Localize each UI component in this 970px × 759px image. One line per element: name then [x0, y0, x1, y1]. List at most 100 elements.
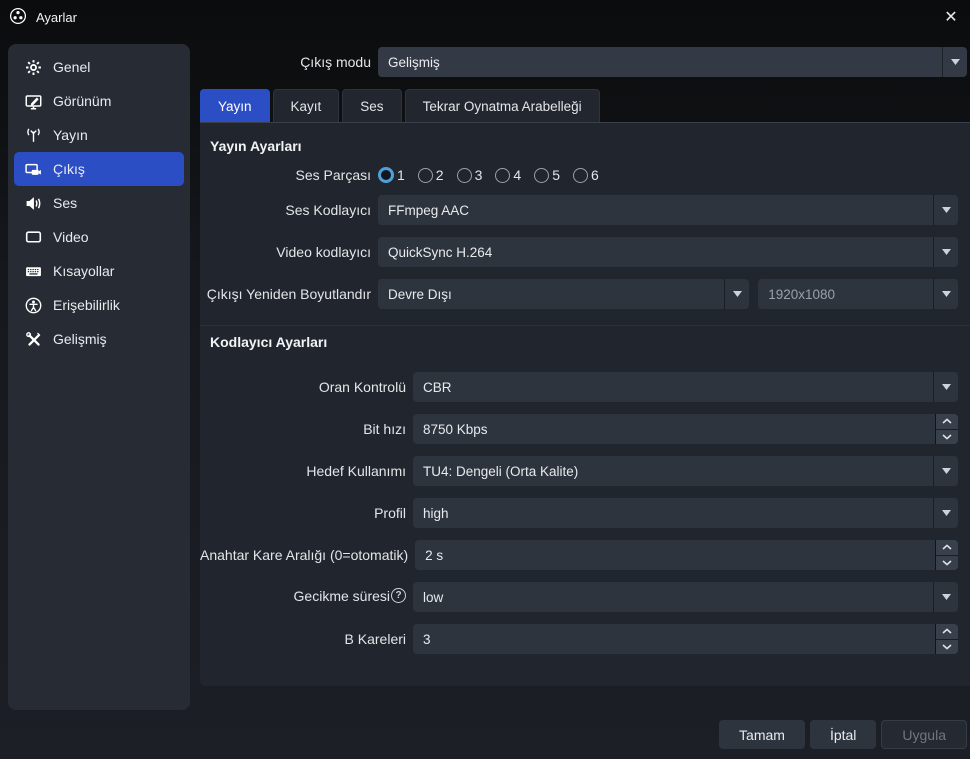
accessibility-icon — [24, 296, 42, 314]
speaker-icon — [24, 194, 42, 212]
sidebar-item-cikis[interactable]: Çıkış — [14, 152, 184, 186]
title-bar: Ayarlar — [0, 0, 970, 34]
window-title: Ayarlar — [36, 10, 77, 25]
b-frames-row: B Kareleri 3 — [200, 624, 970, 654]
chevron-down-icon — [933, 195, 958, 225]
spin-down-icon[interactable] — [936, 430, 958, 445]
spin-down-icon[interactable] — [936, 640, 958, 655]
rate-control-select[interactable]: CBR — [413, 372, 958, 402]
spin-down-icon[interactable] — [936, 556, 958, 571]
b-frames-spinner — [935, 624, 958, 654]
cancel-button[interactable]: İptal — [810, 720, 876, 749]
help-icon[interactable]: ? — [391, 588, 406, 603]
b-frames-label: B Kareleri — [200, 631, 413, 647]
sidebar-item-erisebilirlik[interactable]: Erişebilirlik — [14, 288, 184, 322]
latency-label: Gecikme süresi? — [200, 588, 413, 606]
spin-up-icon[interactable] — [936, 540, 958, 555]
radio-icon — [457, 168, 472, 183]
audio-encoder-row: Ses Kodlayıcı FFmpeg AAC — [200, 195, 970, 225]
keyboard-icon — [24, 262, 42, 280]
ok-button[interactable]: Tamam — [719, 720, 805, 749]
latency-row: Gecikme süresi? low — [200, 582, 970, 612]
video-encoder-row: Video kodlayıcı QuickSync H.264 — [200, 237, 970, 267]
close-icon: ✕ — [944, 7, 957, 27]
rate-control-row: Oran Kontrolü CBR — [200, 372, 970, 402]
section-title-encoder: Kodlayıcı Ayarları — [210, 334, 970, 350]
tab-ses[interactable]: Ses — [342, 89, 401, 122]
sidebar-item-label: Kısayollar — [53, 263, 114, 279]
monitor-icon — [24, 228, 42, 246]
chevron-down-icon — [933, 372, 958, 402]
audio-track-radio-6[interactable]: 6 — [573, 167, 599, 183]
rescale-resolution-select[interactable]: 1920x1080 — [758, 279, 958, 309]
radio-icon — [534, 168, 549, 183]
radio-selected-icon — [378, 167, 394, 183]
audio-encoder-select[interactable]: FFmpeg AAC — [378, 195, 958, 225]
chevron-down-icon — [942, 47, 967, 77]
target-usage-select[interactable]: TU4: Dengeli (Orta Kalite) — [413, 456, 958, 486]
tab-tekrar-oynatma[interactable]: Tekrar Oynatma Arabelleği — [405, 89, 600, 122]
audio-track-radio-1[interactable]: 1 — [378, 167, 405, 183]
rescale-select[interactable]: Devre Dışı — [378, 279, 749, 309]
apply-button[interactable]: Uygula — [881, 720, 967, 749]
latency-select[interactable]: low — [413, 582, 958, 612]
target-usage-row: Hedef Kullanımı TU4: Dengeli (Orta Kalit… — [200, 456, 970, 486]
sidebar-item-gorunum[interactable]: Görünüm — [14, 84, 184, 118]
sidebar-item-label: Çıkış — [53, 161, 85, 177]
audio-track-radio-2[interactable]: 2 — [418, 167, 444, 183]
audio-track-radio-4[interactable]: 4 — [495, 167, 521, 183]
sidebar-item-label: Genel — [53, 59, 90, 75]
section-divider — [200, 325, 970, 326]
keyframe-interval-row: Anahtar Kare Aralığı (0=otomatik) 2 s — [200, 540, 970, 570]
spin-up-icon[interactable] — [936, 624, 958, 639]
tab-kayit[interactable]: Kayıt — [273, 89, 340, 122]
tab-yayin[interactable]: Yayın — [200, 89, 270, 122]
profile-select[interactable]: high — [413, 498, 958, 528]
spin-up-icon[interactable] — [936, 414, 958, 429]
close-button[interactable]: ✕ — [938, 5, 964, 29]
audio-encoder-label: Ses Kodlayıcı — [200, 202, 378, 218]
target-usage-label: Hedef Kullanımı — [200, 463, 413, 479]
chevron-down-icon — [724, 279, 749, 309]
output-mode-select[interactable]: Gelişmiş — [378, 47, 967, 77]
b-frames-input[interactable]: 3 — [413, 624, 958, 654]
sidebar-item-genel[interactable]: Genel — [14, 50, 184, 84]
output-mode-value: Gelişmiş — [388, 55, 440, 70]
audio-track-radio-5[interactable]: 5 — [534, 167, 560, 183]
output-mode-row: Çıkış modu Gelişmiş — [200, 47, 967, 77]
rescale-label: Çıkışı Yeniden Boyutlandır — [200, 286, 378, 302]
video-encoder-label: Video kodlayıcı — [200, 244, 378, 260]
sidebar-item-label: Ses — [53, 195, 77, 211]
sidebar-item-video[interactable]: Video — [14, 220, 184, 254]
bitrate-row: Bit hızı 8750 Kbps — [200, 414, 970, 444]
output-tabs: Yayın Kayıt Ses Tekrar Oynatma Arabelleğ… — [200, 89, 603, 122]
keyframe-interval-input[interactable]: 2 s — [415, 540, 958, 570]
sidebar-item-label: Gelişmiş — [53, 331, 107, 347]
sidebar-item-label: Erişebilirlik — [53, 297, 120, 313]
chevron-down-icon — [933, 237, 958, 267]
bitrate-input[interactable]: 8750 Kbps — [413, 414, 958, 444]
sidebar-item-ses[interactable]: Ses — [14, 186, 184, 220]
audio-track-row: Ses Parçası 1 2 3 4 5 6 — [200, 167, 970, 183]
radio-icon — [573, 168, 588, 183]
broadcast-icon — [24, 126, 42, 144]
sidebar-item-kisayollar[interactable]: Kısayollar — [14, 254, 184, 288]
video-encoder-select[interactable]: QuickSync H.264 — [378, 237, 958, 267]
audio-track-radio-3[interactable]: 3 — [457, 167, 483, 183]
radio-icon — [418, 168, 433, 183]
settings-sidebar: Genel Görünüm Yayın Çıkış Ses Video Kı — [8, 44, 190, 710]
sidebar-item-label: Görünüm — [53, 93, 111, 109]
sidebar-item-label: Yayın — [53, 127, 88, 143]
gear-icon — [24, 58, 42, 76]
section-title-streaming: Yayın Ayarları — [210, 138, 970, 154]
output-icon — [24, 160, 42, 178]
sidebar-item-gelismis[interactable]: Gelişmiş — [14, 322, 184, 356]
dialog-footer: Tamam İptal Uygula — [719, 720, 967, 749]
bitrate-spinner — [935, 414, 958, 444]
rate-control-label: Oran Kontrolü — [200, 379, 413, 395]
sidebar-item-yayin[interactable]: Yayın — [14, 118, 184, 152]
profile-label: Profil — [200, 505, 413, 521]
sidebar-item-label: Video — [53, 229, 89, 245]
keyframe-spinner — [935, 540, 958, 570]
chevron-down-icon — [933, 456, 958, 486]
